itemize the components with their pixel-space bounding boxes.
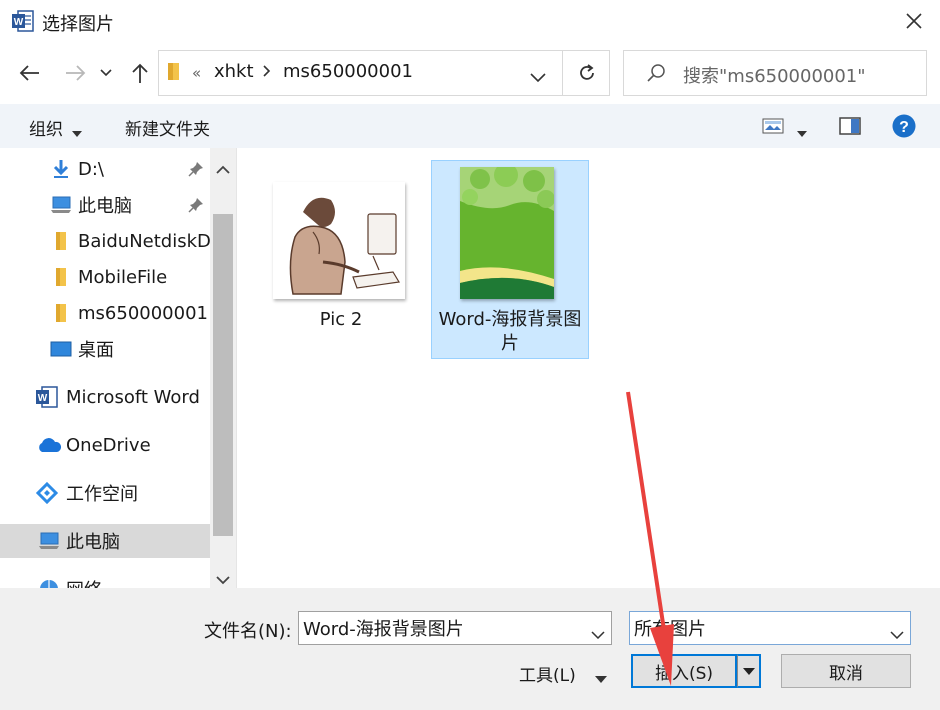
search-icon	[646, 62, 668, 88]
computer-icon	[50, 194, 72, 216]
folder-icon	[50, 230, 72, 252]
nav-item-desktop[interactable]: 桌面	[0, 332, 210, 366]
nav-item-label: 桌面	[78, 340, 114, 361]
close-icon[interactable]	[903, 10, 925, 32]
nav-item-label: 此电脑	[78, 196, 132, 217]
nav-item-label: MobileFile	[78, 266, 168, 288]
folder-icon	[166, 60, 182, 86]
nav-scrollbar-thumb[interactable]	[213, 214, 233, 536]
organize-dropdown-icon[interactable]	[72, 122, 82, 141]
pin-icon[interactable]	[188, 197, 204, 217]
new-folder-button[interactable]: 新建文件夹	[125, 115, 210, 140]
back-arrow-icon[interactable]	[17, 60, 43, 86]
download-arrow-icon	[50, 158, 72, 180]
title-bar	[0, 0, 940, 44]
file-item[interactable]: Pic 2	[265, 172, 417, 358]
nav-item-label: D:\	[78, 158, 104, 180]
nav-item-label: 此电脑	[66, 532, 120, 553]
file-name: Pic 2	[319, 309, 363, 330]
breadcrumb-item[interactable]: ms650000001	[283, 61, 413, 82]
breadcrumb-item[interactable]: xhkt	[214, 61, 254, 82]
nav-item-label: OneDrive	[66, 434, 151, 456]
address-dropdown-icon[interactable]	[530, 68, 546, 87]
nav-item-label: 工作空间	[66, 484, 138, 505]
folder-icon	[50, 302, 72, 324]
nav-item-workspace[interactable]: 工作空间	[0, 476, 210, 510]
nav-item-d-drive[interactable]: D:\	[0, 152, 210, 186]
workspace-icon	[36, 482, 58, 504]
breadcrumb-separator-icon	[262, 64, 272, 82]
help-icon[interactable]: ?	[892, 114, 916, 142]
filename-input[interactable]: Word-海报背景图片	[298, 611, 612, 645]
navigation-pane[interactable]: D:\ 此电脑 BaiduNetdiskD MobileFile ms65000…	[0, 148, 236, 588]
view-dropdown-icon[interactable]	[797, 122, 807, 141]
svg-text:W: W	[14, 17, 24, 28]
svg-text:W: W	[38, 393, 48, 404]
nav-item-onedrive[interactable]: OneDrive	[0, 428, 210, 462]
filename-label: 文件名(N):	[204, 621, 292, 642]
desktop-icon	[50, 338, 72, 360]
folder-icon	[50, 266, 72, 288]
nav-item-label: BaiduNetdiskD	[78, 230, 211, 252]
word-icon: W	[36, 386, 58, 408]
nav-item-microsoft-word[interactable]: W Microsoft Word	[0, 380, 210, 414]
nav-item-baidunetdisk[interactable]: BaiduNetdiskD	[0, 224, 211, 258]
scroll-down-icon[interactable]	[216, 570, 230, 589]
preview-pane-icon[interactable]	[839, 116, 861, 140]
file-thumbnail	[460, 167, 554, 299]
organize-button[interactable]: 组织	[29, 115, 63, 140]
file-type-dropdown-icon[interactable]	[890, 624, 904, 643]
annotation-arrow-icon	[626, 391, 674, 686]
cloud-icon	[36, 434, 62, 456]
nav-item-label: ms650000001	[78, 302, 208, 324]
network-icon	[38, 578, 60, 588]
recent-locations-chevron-icon[interactable]	[97, 60, 115, 86]
insert-dropdown-icon	[742, 667, 755, 675]
forward-arrow-icon[interactable]	[62, 60, 88, 86]
pin-icon[interactable]	[188, 161, 204, 181]
dialog-footer	[0, 588, 940, 710]
file-name: Word-海报背景图片	[438, 309, 582, 354]
nav-item-label: Microsoft Word	[66, 386, 200, 408]
refresh-icon	[576, 62, 598, 88]
cancel-button[interactable]: 取消	[781, 654, 911, 688]
nav-item-this-pc-quick[interactable]: 此电脑	[0, 188, 210, 222]
insert-split-dropdown[interactable]	[737, 654, 761, 688]
nav-item-ms650000001[interactable]: ms650000001	[0, 296, 210, 330]
tools-button[interactable]: 工具(L)	[519, 661, 576, 686]
file-thumbnail	[273, 182, 405, 299]
nav-item-network[interactable]: 网络	[0, 572, 210, 588]
nav-item-this-pc[interactable]: 此电脑	[0, 524, 210, 558]
nav-item-label: 网络	[66, 576, 102, 588]
search-placeholder: 搜索"ms650000001"	[683, 66, 866, 87]
scroll-up-icon[interactable]	[216, 160, 230, 179]
view-options-icon[interactable]	[762, 117, 784, 139]
nav-item-mobilefile[interactable]: MobileFile	[0, 260, 210, 294]
up-arrow-icon[interactable]	[127, 60, 153, 86]
breadcrumb-overflow[interactable]: «	[192, 64, 201, 82]
svg-text:?: ?	[899, 119, 909, 136]
file-item-selected[interactable]: Word-海报背景图片	[431, 160, 589, 359]
computer-icon	[38, 530, 60, 552]
word-app-icon: W	[12, 9, 34, 33]
window-title: 选择图片	[42, 14, 114, 35]
filename-value: Word-海报背景图片	[303, 619, 464, 640]
